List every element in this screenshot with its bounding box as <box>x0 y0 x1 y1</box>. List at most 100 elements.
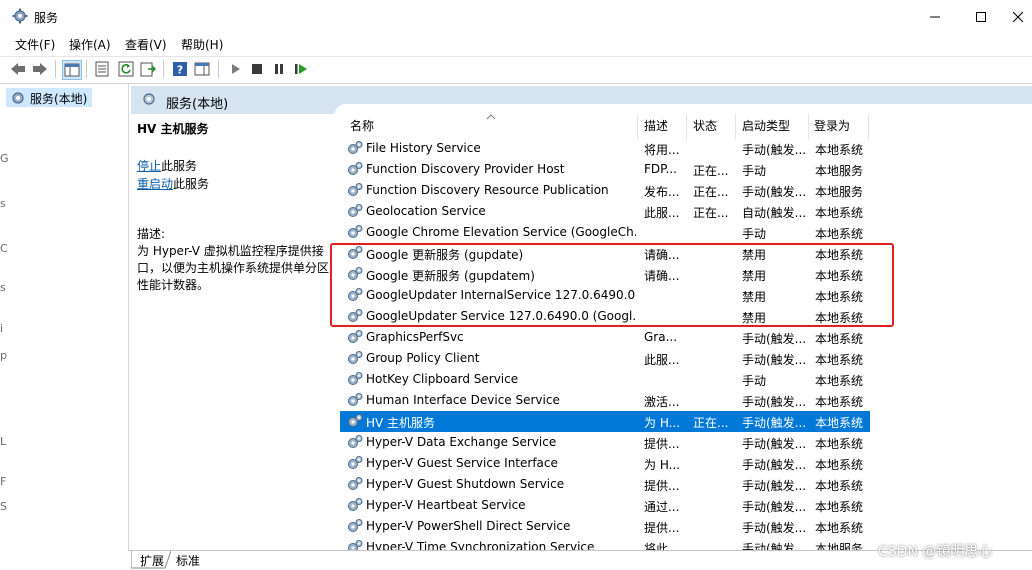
panel-header-title: 服务(本地) <box>166 97 229 112</box>
stop-icon <box>252 64 262 74</box>
service-row[interactable]: GraphicsPerfSvc Gra... 手动(触发... 本地系统 <box>340 327 870 348</box>
properties-button[interactable] <box>93 60 111 78</box>
tab-extended[interactable]: 扩展 <box>140 552 164 569</box>
back-arrow-icon <box>11 63 25 75</box>
service-startup-type: 手动 <box>742 374 767 388</box>
service-row[interactable]: Group Policy Client 此服... 手动(触发... 本地系统 <box>340 348 870 369</box>
service-startup-type: 手动(触发... <box>742 437 807 451</box>
pause-service-button[interactable] <box>270 60 288 78</box>
service-logon-as: 本地系统 <box>815 416 864 430</box>
menu-action[interactable]: 操作(A) <box>69 36 111 53</box>
service-row[interactable]: Hyper-V Guest Shutdown Service 提供... 手动(触发… <box>340 474 870 495</box>
minimize-button[interactable] <box>912 0 958 33</box>
restart-service-link[interactable]: 重启动 <box>137 177 173 191</box>
action-pane-button[interactable] <box>193 60 211 78</box>
forward-button[interactable] <box>31 60 49 78</box>
column-divider <box>686 114 687 140</box>
service-description: 激活... <box>644 395 680 409</box>
service-logon-as: 本地系统 <box>815 521 864 535</box>
toolbar-separator <box>163 60 164 78</box>
service-status: 正在... <box>693 185 729 199</box>
restart-service-button[interactable] <box>292 60 310 78</box>
minimize-icon <box>930 16 940 17</box>
restart-suffix: 此服务 <box>173 177 210 191</box>
service-row[interactable]: Geolocation Service 此服... 正在... 自动(触发... 本地系… <box>340 201 870 222</box>
service-row[interactable]: Hyper-V Guest Service Interface 为 H... 手动(… <box>340 453 870 474</box>
forward-arrow-icon <box>33 63 47 75</box>
service-gear-icon <box>348 456 363 469</box>
help-button[interactable]: ? <box>171 60 189 78</box>
back-button[interactable] <box>9 60 27 78</box>
service-description: 将用... <box>644 143 680 157</box>
service-status: 正在... <box>693 206 729 220</box>
service-row[interactable]: Hyper-V Data Exchange Service 提供... 手动(触发.… <box>340 432 870 453</box>
service-row[interactable]: HV 主机服务 为 H... 正在... 手动(触发... 本地系统 <box>340 411 870 432</box>
column-header-description[interactable]: 描述 <box>644 118 668 140</box>
left-edge-char: s <box>0 281 6 294</box>
service-row[interactable]: Google Chrome Elevation Service (GoogleC… <box>340 222 870 243</box>
services-gear-icon <box>12 8 28 24</box>
maximize-icon <box>976 11 986 22</box>
service-row[interactable]: Human Interface Device Service 激活... 手动(触发… <box>340 390 870 411</box>
service-description: 为 H... <box>644 416 681 430</box>
column-divider <box>735 114 736 140</box>
service-startup-type: 手动(触发... <box>742 332 807 346</box>
stop-service-action: 停止此服务 <box>137 157 197 174</box>
service-name: Function Discovery Provider Host <box>366 162 565 176</box>
service-gear-icon <box>348 435 363 448</box>
toolbar-separator <box>218 60 219 78</box>
service-gear-icon <box>348 498 363 511</box>
search-gear-icon <box>143 93 155 105</box>
service-name: HV 主机服务 <box>366 416 436 430</box>
service-row[interactable]: Function Discovery Resource Publication 发… <box>340 180 870 201</box>
refresh-button[interactable] <box>117 60 135 78</box>
action-pane-icon <box>194 62 210 76</box>
service-description: 此服... <box>644 206 680 220</box>
service-row[interactable]: Function Discovery Provider Host FDP... 正在… <box>340 159 870 180</box>
stop-suffix: 此服务 <box>161 159 198 173</box>
service-gear-icon <box>348 414 363 427</box>
service-row[interactable]: HotKey Clipboard Service 手动 本地系统 <box>340 369 870 390</box>
close-button[interactable] <box>1004 0 1032 33</box>
service-startup-type: 手动(触发... <box>742 185 807 199</box>
console-tree-icon <box>64 63 80 77</box>
close-icon <box>1012 11 1024 22</box>
service-description: Gra... <box>644 330 678 344</box>
service-row[interactable]: Hyper-V Heartbeat Service 通过... 手动(触发... 本地… <box>340 495 870 516</box>
service-logon-as: 本地服务 <box>815 164 864 178</box>
service-title: HV 主机服务 <box>137 122 209 136</box>
export-list-button[interactable] <box>139 60 157 78</box>
service-logon-as: 本地系统 <box>815 458 864 472</box>
column-header-startup-type[interactable]: 启动类型 <box>742 118 790 140</box>
service-row[interactable]: Hyper-V PowerShell Direct Service 提供... 手动… <box>340 516 870 537</box>
service-status: 正在... <box>693 164 729 178</box>
service-name: Geolocation Service <box>366 204 486 218</box>
left-edge-char: L <box>0 435 7 448</box>
menu-file[interactable]: 文件(F) <box>15 36 55 53</box>
service-row[interactable]: File History Service 将用... 手动(触发... 本地系统 <box>340 138 870 159</box>
service-logon-as: 本地系统 <box>815 395 864 409</box>
start-service-button[interactable] <box>226 60 244 78</box>
left-edge-char: S <box>0 500 7 513</box>
pause-icon <box>275 64 283 74</box>
column-header-logon-as[interactable]: 登录为 <box>814 118 850 140</box>
service-startup-type: 自动(触发... <box>742 206 807 220</box>
stop-service-link[interactable]: 停止 <box>137 159 161 173</box>
column-header-name[interactable]: 名称 <box>350 118 374 140</box>
service-name: Hyper-V PowerShell Direct Service <box>366 519 571 533</box>
show-console-tree-button[interactable] <box>62 60 82 80</box>
play-icon <box>232 64 240 74</box>
service-logon-as: 本地系统 <box>815 206 864 220</box>
toolbar-separator <box>55 60 56 78</box>
stop-service-button[interactable] <box>248 60 266 78</box>
menu-help[interactable]: 帮助(H) <box>181 36 223 53</box>
menu-view[interactable]: 查看(V) <box>125 36 167 53</box>
services-list: 名称 描述 状态 启动类型 登录为 File History Service 将用… <box>340 114 1032 556</box>
service-startup-type: 手动(触发... <box>742 143 807 157</box>
column-header-status[interactable]: 状态 <box>693 118 717 140</box>
left-edge-char: p <box>0 349 7 362</box>
maximize-button[interactable] <box>958 0 1004 33</box>
service-description: FDP... <box>644 162 677 176</box>
service-logon-as: 本地系统 <box>815 143 864 157</box>
tab-standard[interactable]: 标准 <box>176 552 200 569</box>
